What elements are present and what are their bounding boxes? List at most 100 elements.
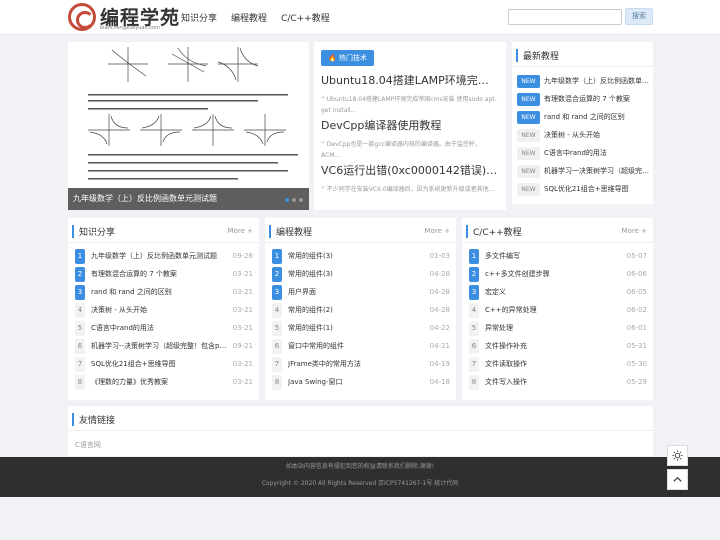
nav-item-cpp[interactable]: C/C++教程 (281, 11, 330, 24)
list-item[interactable]: 8 Java Swing-窗口 04-18 (272, 373, 450, 391)
list-item-title[interactable]: SQL优化21组合+思维导图 (91, 359, 227, 369)
list-item-title[interactable]: 异常处理 (485, 323, 621, 333)
latest-item-text[interactable]: 机器学习一决策树学习（超级完整！包含python代码） (544, 166, 649, 176)
more-link[interactable]: More + (228, 227, 253, 235)
list-item-date: 06-06 (626, 270, 647, 278)
list-item-title[interactable]: C语言中rand的用法 (91, 323, 227, 333)
search-input[interactable] (508, 9, 622, 25)
list-item[interactable]: 5 C语言中rand的用法 03-21 (75, 319, 253, 337)
list-item-title[interactable]: Java Swing-窗口 (288, 377, 424, 387)
latest-item[interactable]: NEW 决策树 - 从头开始 (517, 127, 649, 143)
friend-link[interactable]: C语言网 (75, 440, 101, 450)
hot-item[interactable]: VC6运行出错(0xc0000142错误)解决办法 ❝不少同学在安装VC6.0编… (321, 162, 499, 206)
list-item-title[interactable]: 机器学习--决策树学习（超级完整！包含python代码） (91, 341, 227, 351)
hot-item-title[interactable]: DevCpp编译器使用教程 (321, 117, 499, 133)
list-item[interactable]: 2 常用的组件(3) 04-28 (272, 265, 450, 283)
hot-tech-label: 热门技术 (338, 54, 367, 62)
hot-item-title[interactable]: VC6运行出错(0xc0000142错误)解决办法 (321, 162, 499, 178)
list-item-date: 05-29 (626, 378, 647, 386)
latest-item[interactable]: NEW 机器学习一决策树学习（超级完整！包含python代码） (517, 163, 649, 179)
new-badge: NEW (517, 182, 540, 196)
latest-item[interactable]: NEW 九年级数学（上）反比例函数单元测试题 (517, 73, 649, 89)
list-item-title[interactable]: 常用的组件(3) (288, 269, 424, 279)
list-item[interactable]: 6 机器学习--决策树学习（超级完整！包含python代码） 09-21 (75, 337, 253, 355)
list-item-title[interactable]: 文件读取操作 (485, 359, 621, 369)
more-link[interactable]: More + (622, 227, 647, 235)
latest-item[interactable]: NEW rand 和 rand 之间的区别 (517, 109, 649, 125)
rank-badge: 4 (469, 302, 479, 318)
list-item[interactable]: 6 窗口中常用的组件 04-21 (272, 337, 450, 355)
list-item[interactable]: 3 用户界面 04-28 (272, 283, 450, 301)
list-item[interactable]: 7 JFrame类中的常用方法 04-19 (272, 355, 450, 373)
slider-dot[interactable] (285, 198, 289, 202)
slider-dot[interactable] (292, 198, 296, 202)
list-item-title[interactable]: c++多文件创建步骤 (485, 269, 621, 279)
latest-item-text[interactable]: 决策树 - 从头开始 (544, 130, 600, 140)
list-item[interactable]: 7 SQL优化21组合+思维导图 03-21 (75, 355, 253, 373)
rank-badge: 2 (272, 266, 282, 282)
list-item-title[interactable]: 文件操作补充 (485, 341, 621, 351)
list-item[interactable]: 7 文件读取操作 05-30 (469, 355, 647, 373)
list-item-title[interactable]: 常用的组件(3) (288, 251, 424, 261)
list-item-date: 03-21 (232, 378, 253, 386)
site-header: 编程学苑 bianchengxueyuan.com 知识分享 编程教程 C/C+… (0, 0, 720, 35)
list-item-title[interactable]: 有理数混合运算的 7 个教案 (91, 269, 227, 279)
image-slider[interactable]: 九年级数学（上）反比例函数单元测试题 (68, 42, 309, 210)
list-item-date: 06-02 (626, 306, 647, 314)
list-item[interactable]: 2 c++多文件创建步骤 06-06 (469, 265, 647, 283)
latest-item-text[interactable]: C语言中rand的用法 (544, 148, 607, 158)
search-button[interactable]: 搜索 (625, 8, 653, 25)
latest-item[interactable]: NEW C语言中rand的用法 (517, 145, 649, 161)
back-to-top-button[interactable] (667, 469, 688, 490)
list-item[interactable]: 4 C++的异常处理 06-02 (469, 301, 647, 319)
list-item-title[interactable]: C++的异常处理 (485, 305, 621, 315)
panel-title: 知识分享 (72, 225, 115, 238)
list-item[interactable]: 6 文件操作补充 05-31 (469, 337, 647, 355)
divider (512, 66, 653, 67)
list-item[interactable]: 5 常用的组件(1) 04-22 (272, 319, 450, 337)
slide-image (68, 42, 309, 188)
list-item-title[interactable]: 多文件编写 (485, 251, 621, 261)
more-link[interactable]: More + (425, 227, 450, 235)
list-item[interactable]: 3 宏定义 06-05 (469, 283, 647, 301)
slider-dot[interactable] (299, 198, 303, 202)
hot-item[interactable]: Ubuntu18.04搭建LAMP环境完成帝国cms安装 ❝Ubuntu18.0… (321, 72, 499, 116)
latest-item-text[interactable]: rand 和 rand 之间的区别 (544, 112, 625, 122)
list-item[interactable]: 1 九年级数学（上）反比例函数单元测试题 09-26 (75, 247, 253, 265)
latest-item-text[interactable]: 九年级数学（上）反比例函数单元测试题 (544, 76, 649, 86)
slider-caption[interactable]: 九年级数学（上）反比例函数单元测试题 (68, 188, 309, 210)
list-item-title[interactable]: 文件写入操作 (485, 377, 621, 387)
latest-item[interactable]: NEW SQL优化21组合+思维导图 (517, 181, 649, 197)
list-item[interactable]: 2 有理数混合运算的 7 个教案 03-21 (75, 265, 253, 283)
list-item[interactable]: 4 决策树 - 从头开始 03-21 (75, 301, 253, 319)
list-item-title[interactable]: 《理数的力量》优秀教案 (91, 377, 227, 387)
list-item[interactable]: 1 多文件编写 05-07 (469, 247, 647, 265)
list-item-title[interactable]: 决策树 - 从头开始 (91, 305, 227, 315)
list-item-title[interactable]: 用户界面 (288, 287, 424, 297)
list-item-title[interactable]: 窗口中常用的组件 (288, 341, 424, 351)
list-item[interactable]: 8 《理数的力量》优秀教案 03-21 (75, 373, 253, 391)
nav-item-knowledge[interactable]: 知识分享 (181, 11, 217, 24)
latest-item-text[interactable]: 有理数混合运算的 7 个教案 (544, 94, 630, 104)
list-item[interactable]: 1 常用的组件(3) 01-03 (272, 247, 450, 265)
latest-item[interactable]: NEW 有理数混合运算的 7 个教案 (517, 91, 649, 107)
latest-item-text[interactable]: SQL优化21组合+思维导图 (544, 184, 629, 194)
list-item[interactable]: 8 文件写入操作 05-29 (469, 373, 647, 391)
list-item-title[interactable]: 常用的组件(1) (288, 323, 424, 333)
nav-item-tutorials[interactable]: 编程教程 (231, 11, 267, 24)
list-item[interactable]: 3 rand 和 rand 之间的区别 03-21 (75, 283, 253, 301)
site-logo[interactable]: 编程学苑 bianchengxueyuan.com (68, 3, 179, 31)
list-item-title[interactable]: 常用的组件(2) (288, 305, 424, 315)
hot-item[interactable]: DevCpp编译器使用教程 ❝ DevCpp也是一款gcc编译器内核的编译器。由于… (321, 117, 499, 161)
list-item[interactable]: 4 常用的组件(2) 04-28 (272, 301, 450, 319)
list-item-date: 03-21 (232, 324, 253, 332)
hot-item-title[interactable]: Ubuntu18.04搭建LAMP环境完成帝国cms安装 (321, 72, 499, 88)
list-item-title[interactable]: 九年级数学（上）反比例函数单元测试题 (91, 251, 227, 261)
list-item-title[interactable]: rand 和 rand 之间的区别 (91, 287, 227, 297)
list-item-title[interactable]: 宏定义 (485, 287, 621, 297)
divider (68, 242, 259, 243)
list-item-date: 01-03 (429, 252, 450, 260)
theme-toggle-button[interactable] (667, 445, 688, 466)
list-item[interactable]: 5 异常处理 06-01 (469, 319, 647, 337)
list-item-title[interactable]: JFrame类中的常用方法 (288, 359, 424, 369)
